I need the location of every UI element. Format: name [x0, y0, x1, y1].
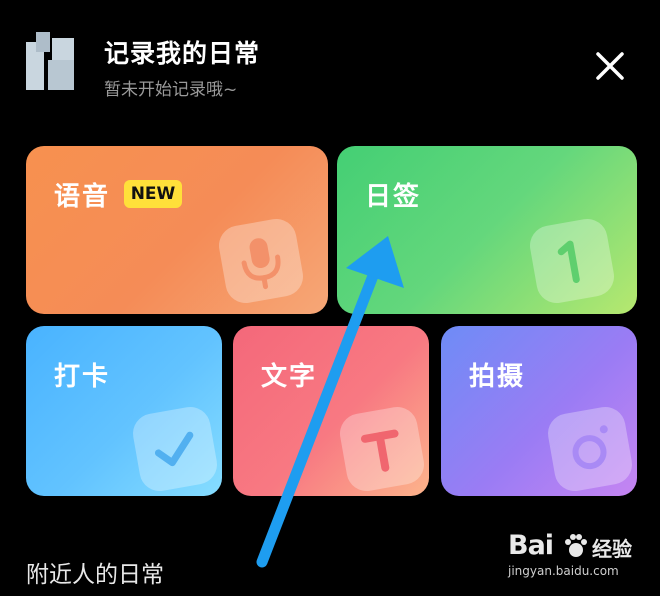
day-number-icon: [526, 215, 618, 307]
paw-icon: [565, 534, 587, 557]
watermark-jingyan: 经验: [592, 537, 632, 561]
page-subtitle: 暂未开始记录哦~: [104, 80, 238, 100]
sign-card-label: 日签: [365, 182, 422, 212]
microphone-icon: [215, 215, 307, 307]
close-icon[interactable]: [592, 48, 628, 84]
text-record-card[interactable]: 文字: [233, 326, 429, 496]
app-logo-icon: [26, 32, 74, 90]
watermark-url: jingyan.baidu.com: [508, 564, 619, 578]
watermark-brand: Bai: [508, 530, 554, 561]
text-t-icon: [336, 403, 428, 495]
baidu-jingyan-watermark: Bai 经验 jingyan.baidu.com: [508, 530, 638, 588]
page-title: 记录我的日常: [104, 39, 261, 68]
checkin-card[interactable]: 打卡: [26, 326, 222, 496]
text-card-label: 文字: [261, 362, 318, 392]
voice-record-card[interactable]: 语音: [26, 146, 328, 314]
voice-card-label: 语音: [54, 182, 111, 212]
checkin-card-label: 打卡: [54, 362, 111, 392]
camera-icon: [544, 403, 636, 495]
photo-card-label: 拍摄: [469, 362, 526, 392]
daily-sign-card[interactable]: 日签: [337, 146, 637, 314]
nearby-section-title: 附近人的日常: [26, 562, 164, 588]
checkmark-icon: [129, 403, 221, 495]
new-badge: NEW: [124, 180, 182, 208]
photo-card[interactable]: 拍摄: [441, 326, 637, 496]
